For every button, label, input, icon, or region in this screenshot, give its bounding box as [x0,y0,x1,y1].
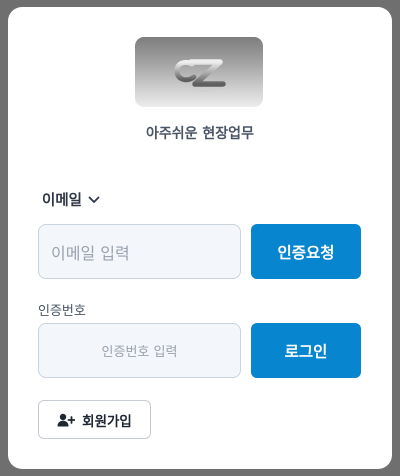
signup-label: 회원가입 [82,413,132,430]
login-card: 아주쉬운 현장업무 이메일 이메일 입력 인증요청 인증번호 인증번호 입력 로… [8,7,392,469]
signup-button[interactable]: 회원가입 [38,400,151,439]
ez-logo [135,37,263,107]
user-plus-icon [57,413,76,426]
email-input[interactable]: 이메일 입력 [38,224,241,279]
code-input-placeholder: 인증번호 입력 [101,345,178,360]
login-method-label: 이메일 [42,193,83,209]
chevron-down-icon [88,196,100,203]
verification-code-input[interactable]: 인증번호 입력 [38,323,241,378]
login-method-dropdown[interactable]: 이메일 [42,189,100,210]
app-tagline: 아주쉬운 현장업무 [146,126,254,142]
email-input-placeholder: 이메일 입력 [51,243,130,263]
request-code-button[interactable]: 인증요청 [251,224,361,279]
login-button[interactable]: 로그인 [251,323,361,378]
verification-code-label: 인증번호 [38,304,86,319]
